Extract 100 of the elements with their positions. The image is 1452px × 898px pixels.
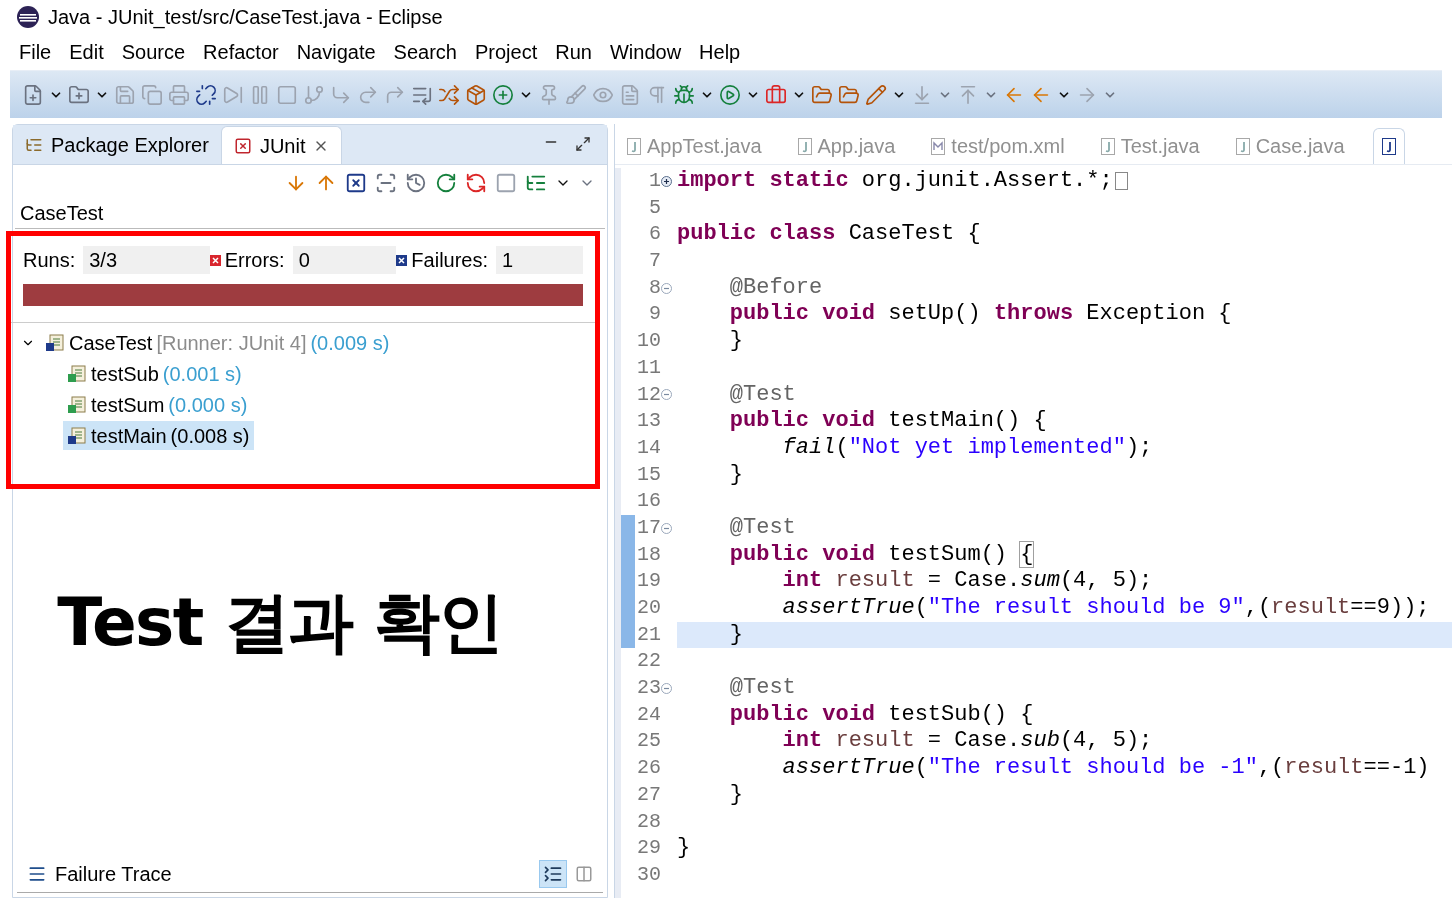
- code-line: public void testSum() {: [728, 541, 1034, 569]
- test-result-icon: [67, 363, 87, 384]
- folded-code-icon[interactable]: [1114, 172, 1128, 191]
- view-tab[interactable]: JUnit: [220, 126, 343, 164]
- menu-item[interactable]: Window: [609, 37, 682, 67]
- brush-icon[interactable]: [565, 83, 587, 106]
- test-name: CaseTest: [69, 330, 153, 356]
- test-class-title: CaseTest: [20, 201, 104, 226]
- pencil-icon[interactable]: [865, 83, 887, 106]
- line-number: 7: [648, 248, 661, 275]
- line-number: 9: [648, 301, 661, 328]
- line-number: 18: [636, 541, 661, 568]
- test-time: (0.000 s): [168, 392, 248, 418]
- add-class-icon[interactable]: [492, 83, 514, 106]
- collapse-fold-icon[interactable]: [661, 682, 672, 694]
- menu-item[interactable]: File: [19, 37, 52, 67]
- save-icon[interactable]: [114, 83, 136, 106]
- print-icon[interactable]: [168, 83, 190, 106]
- stop-icon[interactable]: [276, 83, 298, 106]
- test-result-icon: [67, 425, 87, 446]
- counter-label: Runs:: [23, 248, 76, 273]
- test-time: (0.009 s): [310, 330, 390, 356]
- code-line: fail("Not yet implemented");: [781, 434, 1153, 462]
- expand-fold-icon[interactable]: [661, 175, 672, 187]
- menu-item[interactable]: Project: [475, 37, 538, 67]
- document-icon[interactable]: [619, 83, 641, 106]
- toolbox-icon[interactable]: [765, 83, 787, 106]
- collapse-fold-icon[interactable]: [661, 282, 672, 294]
- code-line: }: [728, 328, 743, 355]
- test-tree-item[interactable]: testSum (0.000 s): [63, 390, 252, 419]
- code-line: int result = Case.sub(4, 5);: [781, 728, 1153, 756]
- new-project-icon[interactable]: [68, 83, 90, 106]
- error-icon: [209, 254, 221, 266]
- rerun-failed-icon[interactable]: [465, 172, 487, 194]
- history-icon[interactable]: [405, 172, 427, 194]
- code-line: @Test: [728, 675, 796, 702]
- shuffle-icon[interactable]: [438, 83, 460, 106]
- open-folder-icon[interactable]: [811, 83, 833, 106]
- line-number: 12: [636, 381, 661, 408]
- filter-trace-button[interactable]: [539, 859, 567, 888]
- annotation-caption: Test 결과 확인: [57, 582, 503, 663]
- line-number: 19: [636, 568, 661, 595]
- view-tab[interactable]: Package Explorer: [13, 126, 221, 164]
- line-number: 29: [636, 835, 661, 862]
- line-number: 26: [636, 755, 661, 782]
- menu-item[interactable]: Help: [699, 37, 741, 67]
- test-name: testMain: [91, 423, 167, 449]
- failure-icon: [396, 254, 408, 266]
- code-line: @Before: [728, 274, 823, 302]
- test-result-icon: [67, 394, 87, 415]
- line-number: 10: [636, 328, 661, 355]
- folder-icon[interactable]: [838, 83, 860, 106]
- line-number: 20: [636, 595, 661, 621]
- menu-item[interactable]: Search: [393, 37, 457, 67]
- code-line: @Test: [728, 514, 796, 542]
- line-number: 16: [636, 488, 661, 515]
- test-tree-item[interactable]: testMain (0.008 s): [63, 421, 254, 450]
- test-tree-item[interactable]: CaseTest [Runner: JUnit 4] (0.009 s): [41, 328, 394, 357]
- counter-value: 1: [496, 246, 583, 274]
- code-line: public class CaseTest {: [677, 221, 981, 249]
- save-all-icon[interactable]: [141, 83, 163, 106]
- test-name: testSub: [91, 361, 159, 387]
- line-number: 27: [636, 781, 661, 808]
- unlink-icon[interactable]: [195, 83, 217, 106]
- line-number: 6: [648, 221, 661, 248]
- compare-icon[interactable]: [575, 864, 593, 883]
- debug-icon[interactable]: [673, 83, 695, 106]
- rerun-icon[interactable]: [435, 172, 457, 194]
- menu-item[interactable]: Source: [121, 37, 186, 67]
- code-line: public void testSub() {: [728, 701, 1034, 729]
- run-icon[interactable]: [719, 83, 741, 106]
- branch-icon[interactable]: [303, 83, 325, 106]
- code-line: int result = Case.sum(4, 5);: [781, 568, 1153, 595]
- test-tree-item[interactable]: testSub (0.001 s): [63, 359, 246, 388]
- editor-tab[interactable]: [1372, 128, 1405, 164]
- line-number: 8: [648, 274, 661, 301]
- line-number: 23: [636, 675, 661, 702]
- maximize-icon[interactable]: [575, 136, 591, 152]
- code-line: public void testMain() {: [728, 408, 1047, 435]
- new-file-icon[interactable]: [22, 83, 44, 106]
- code-line: }: [728, 461, 743, 489]
- line-number: 1: [648, 168, 661, 194]
- line-number: 17: [636, 514, 661, 541]
- line-number: 24: [636, 701, 661, 728]
- collapse-fold-icon[interactable]: [661, 522, 672, 534]
- collapse-fold-icon[interactable]: [661, 389, 672, 401]
- code-line: @Test: [728, 381, 796, 409]
- menu-item[interactable]: Refactor: [203, 37, 279, 67]
- menu-item[interactable]: Run: [555, 37, 592, 67]
- menu-item[interactable]: Edit: [69, 37, 104, 67]
- line-number: 5: [648, 194, 661, 221]
- test-result-icon: [45, 332, 65, 353]
- runner-label: [Runner: JUnit 4]: [156, 330, 307, 356]
- test-time: (0.001 s): [162, 361, 242, 387]
- line-number: 25: [636, 728, 661, 755]
- menu-item[interactable]: Navigate: [296, 37, 376, 67]
- line-number: 11: [636, 354, 661, 381]
- stop-icon[interactable]: [495, 172, 517, 194]
- failure-trace-title: Failure Trace: [55, 861, 173, 887]
- filter-icon: [543, 863, 563, 884]
